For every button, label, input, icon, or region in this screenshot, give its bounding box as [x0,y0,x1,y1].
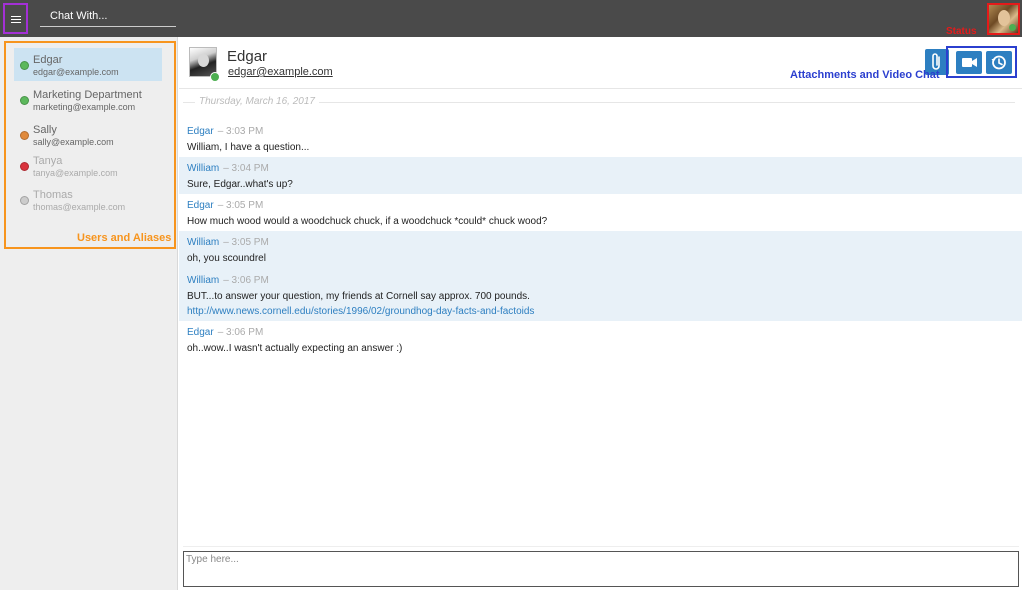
status-dot-icon [20,131,29,140]
video-call-button[interactable] [956,51,982,74]
message-time: – 3:03 PM [217,126,264,137]
message-time: – 3:05 PM [217,200,264,211]
chat-message: Edgar – 3:05 PM How much wood would a woo… [179,194,1022,231]
hamburger-icon-bar [11,22,21,23]
status-dot-icon [20,196,29,205]
contact-name: Edgar [227,48,268,65]
sidebar-user-sally[interactable]: Sally sally@example.com [14,118,162,151]
message-sender: William [187,163,220,174]
history-icon [991,55,1006,70]
status-dot-icon [20,61,29,70]
message-text: William, I have a question... [187,142,310,153]
user-email: marketing@example.com [33,102,136,112]
message-sender: William [187,237,220,248]
user-name: Tanya [33,155,63,167]
user-avatar[interactable] [987,3,1020,35]
message-header: William – 3:06 PM [187,275,269,286]
sidebar-user-tanya[interactable]: Tanya tanya@example.com [14,149,162,182]
message-header: Edgar – 3:06 PM [187,327,263,338]
attachments-video-annotation: Attachments and Video Chat [790,69,940,81]
avatar-face [198,54,209,67]
conversation-date: Thursday, March 16, 2017 [195,96,319,107]
chat-with-field [40,6,176,27]
message-header: Edgar – 3:05 PM [187,200,263,211]
message-composer [183,551,1019,587]
chat-panel: Edgar edgar@example.com Attachments and … [179,37,1022,590]
user-name: Marketing Department [33,89,142,101]
user-email: thomas@example.com [33,202,126,212]
history-button[interactable] [986,51,1012,74]
top-bar [0,0,1022,37]
message-time: – 3:06 PM [223,275,269,286]
message-time: – 3:05 PM [223,237,269,248]
message-input[interactable] [184,552,1018,586]
message-text: oh, you scoundrel [187,253,266,264]
chat-message: William – 3:04 PM Sure, Edgar..what's up? [179,157,1022,194]
message-time: – 3:06 PM [217,327,264,338]
hamburger-icon [11,16,21,17]
video-chat-controls [946,46,1017,78]
sidebar-user-marketing[interactable]: Marketing Department marketing@example.c… [14,83,162,116]
message-time: – 3:04 PM [223,163,269,174]
message-header: Edgar – 3:03 PM [187,126,263,137]
message-header: William – 3:04 PM [187,163,269,174]
user-email: tanya@example.com [33,168,118,178]
message-text: Sure, Edgar..what's up? [187,179,293,190]
message-sender: William [187,275,220,286]
users-and-aliases-annotation: Users and Aliases [77,232,172,244]
chat-message-group: William – 3:05 PM oh, you scoundrel Willi… [179,231,1022,321]
sidebar-user-edgar[interactable]: Edgar edgar@example.com [14,48,162,81]
message-sender: Edgar [187,200,214,211]
hamburger-icon-bar [11,19,21,20]
status-dot-icon [20,96,29,105]
message-text: BUT...to answer your question, my friend… [187,291,530,302]
chat-message: Edgar – 3:06 PM oh..wow..I wasn't actuall… [179,321,1022,358]
user-email: sally@example.com [33,137,114,147]
contact-avatar [189,47,220,82]
video-camera-icon [962,58,977,67]
message-sender: Edgar [187,126,214,137]
avatar-face [998,10,1010,26]
hamburger-menu-button[interactable] [3,3,28,34]
message-link[interactable]: http://www.news.cornell.edu/stories/1996… [187,306,534,317]
sidebar-user-thomas[interactable]: Thomas thomas@example.com [14,183,162,216]
chat-message: Edgar – 3:03 PM William, I have a questio… [179,120,1022,157]
message-sender: Edgar [187,327,214,338]
date-divider: Thursday, March 16, 2017 [179,95,1022,111]
user-name: Sally [33,124,57,136]
status-dot-icon [20,162,29,171]
user-name: Edgar [33,54,63,66]
contact-status-dot [210,72,220,82]
status-annotation: Status [946,26,977,37]
message-text: oh..wow..I wasn't actually expecting an … [187,343,403,354]
status-dot [1009,24,1016,31]
message-text: How much wood would a woodchuck chuck, i… [187,216,548,227]
header-divider [179,88,1022,89]
contact-email-link[interactable]: edgar@example.com [228,66,333,78]
user-email: edgar@example.com [33,67,119,77]
composer-divider [183,546,1019,547]
chat-with-input[interactable] [40,6,176,26]
user-name: Thomas [33,189,73,201]
sidebar: Edgar edgar@example.com Marketing Depart… [0,37,178,590]
message-header: William – 3:05 PM [187,237,269,248]
